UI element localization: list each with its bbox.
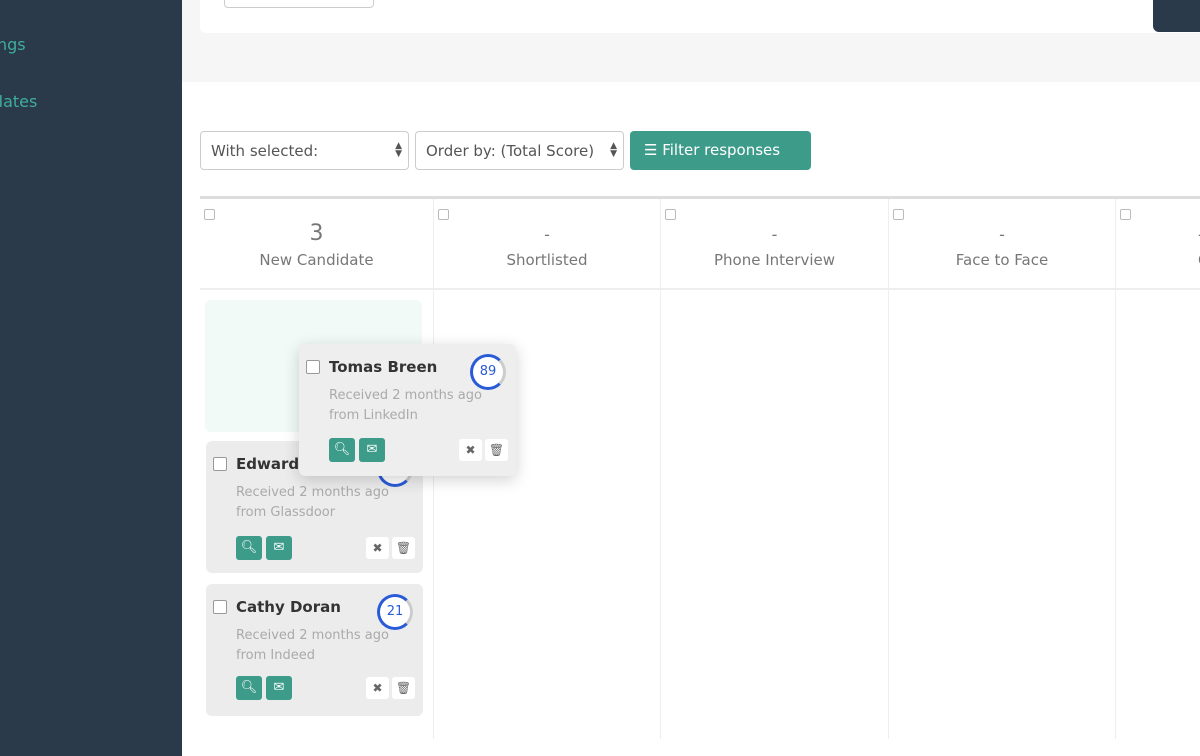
reject-x-icon[interactable]: ✖ xyxy=(459,439,482,461)
column-face-to-face: - Face to Face xyxy=(889,199,1116,739)
received-text: Received 2 months ago xyxy=(236,628,389,643)
sliders-icon: ☰ xyxy=(644,141,663,159)
column-checkbox[interactable] xyxy=(1120,209,1131,220)
column-title: Offer xyxy=(1116,251,1200,269)
sidebar-item-templates[interactable]: Templates xyxy=(0,92,37,111)
column-title: Phone Interview xyxy=(714,251,835,269)
candidate-card[interactable]: Cathy Doran 21 Received 2 months ago from… xyxy=(206,584,423,716)
with-selected-select[interactable]: With selected: ▲ ▼ xyxy=(200,131,409,170)
dragged-candidate-card[interactable]: Tomas Breen 89 Received 2 months ago from… xyxy=(299,344,516,476)
received-text: Received 2 months ago xyxy=(236,485,389,500)
column-count: - xyxy=(999,225,1005,244)
column-title: Shortlisted xyxy=(506,251,588,269)
source-text: from Indeed xyxy=(236,648,315,663)
delete-trash-icon[interactable]: 🗑︎ xyxy=(392,677,415,699)
column-count: - xyxy=(771,225,778,244)
top-action-button[interactable] xyxy=(1153,0,1200,32)
card-checkbox[interactable] xyxy=(213,600,227,614)
received-text: Received 2 months ago xyxy=(329,388,482,403)
column-checkbox[interactable] xyxy=(204,209,215,220)
column-title: New Candidate xyxy=(259,251,374,269)
view-search-icon[interactable]: 🔍︎ xyxy=(236,536,262,560)
column-offer: -Offer xyxy=(1116,199,1200,739)
sidebar: Settings Templates xyxy=(0,0,182,756)
select-arrows-icon: ▲ ▼ xyxy=(395,141,402,159)
column-checkbox[interactable] xyxy=(893,209,904,220)
column-count: - xyxy=(544,225,550,244)
source-text: from LinkedIn xyxy=(329,408,418,423)
score-value: 89 xyxy=(479,364,497,379)
reject-x-icon[interactable]: ✖ xyxy=(366,537,389,559)
source-text: from Glassdoor xyxy=(236,505,336,520)
column-count: 3 xyxy=(309,221,324,246)
score-value: 21 xyxy=(386,604,404,619)
score-ring: 21 xyxy=(377,594,413,630)
order-by-select[interactable]: Order by: (Total Score) ▲ ▼ xyxy=(415,131,624,170)
score-ring: 89 xyxy=(470,354,506,390)
view-search-icon[interactable]: 🔍︎ xyxy=(329,438,355,462)
top-input[interactable] xyxy=(224,0,374,8)
candidate-name: Cathy Doran xyxy=(236,598,341,616)
email-envelope-icon[interactable]: ✉ xyxy=(359,438,385,462)
column-checkbox[interactable] xyxy=(665,209,676,220)
column-checkbox[interactable] xyxy=(438,209,449,220)
delete-trash-icon[interactable]: 🗑︎ xyxy=(392,537,415,559)
delete-trash-icon[interactable]: 🗑︎ xyxy=(485,439,508,461)
candidate-name: Tomas Breen xyxy=(329,358,438,376)
reject-x-icon[interactable]: ✖ xyxy=(366,677,389,699)
filter-responses-button[interactable]: ☰ Filter responses xyxy=(630,131,811,170)
card-checkbox[interactable] xyxy=(213,457,227,471)
email-envelope-icon[interactable]: ✉ xyxy=(266,676,292,700)
column-count: - xyxy=(1116,199,1200,251)
email-envelope-icon[interactable]: ✉ xyxy=(266,536,292,560)
column-phone-interview: - Phone Interview xyxy=(661,199,889,739)
filter-label: Filter responses xyxy=(662,141,781,159)
select-arrows-icon: ▲ ▼ xyxy=(610,141,617,159)
with-selected-label: With selected: xyxy=(211,142,319,160)
order-by-label: Order by: (Total Score) xyxy=(426,142,595,160)
view-search-icon[interactable]: 🔍︎ xyxy=(236,676,262,700)
column-title: Face to Face xyxy=(955,251,1049,269)
sidebar-item-settings[interactable]: Settings xyxy=(0,35,26,54)
card-checkbox[interactable] xyxy=(306,360,320,374)
